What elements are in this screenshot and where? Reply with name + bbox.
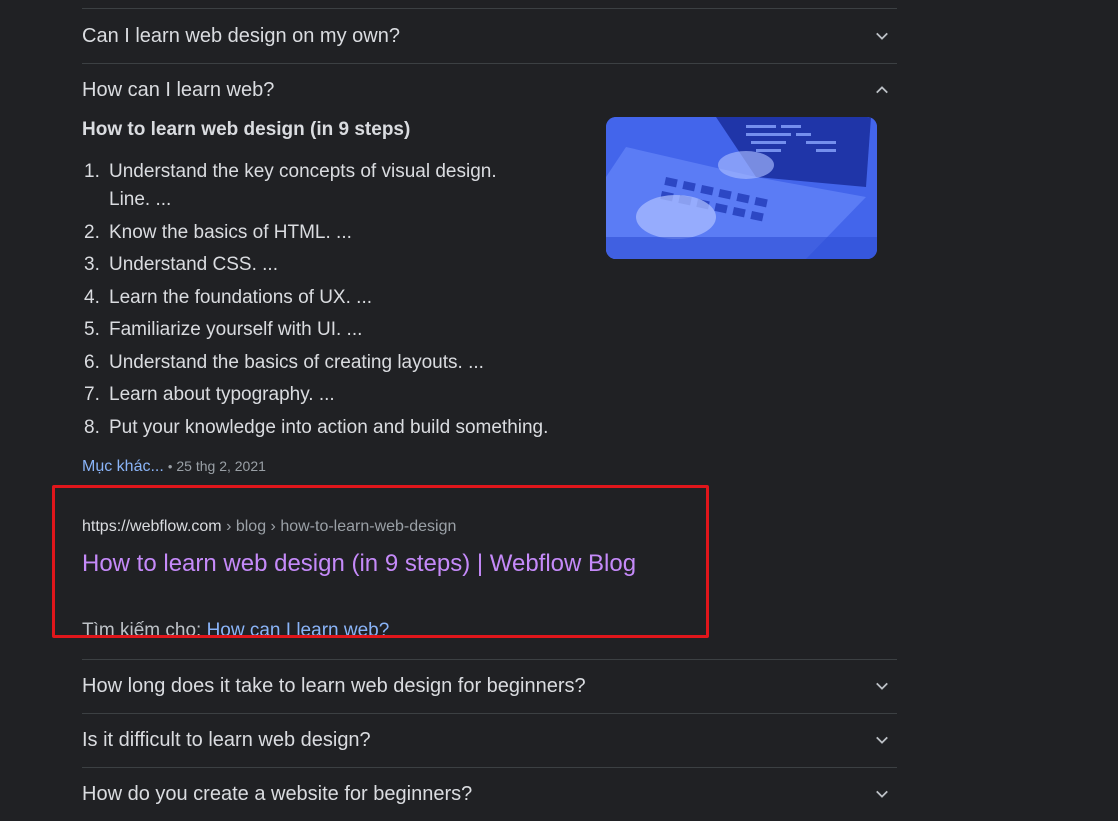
answer-title: How to learn web design (in 9 steps) — [82, 119, 411, 140]
list-item: 2. Know the basics of HTML. ... — [84, 221, 352, 243]
faq-question-text: Is it difficult to learn web design? — [82, 728, 371, 751]
faq-question-row[interactable]: How do you create a website for beginner… — [82, 767, 897, 821]
answer-thumbnail-image[interactable] — [606, 117, 877, 259]
faq-question-text: How can I learn web? — [82, 78, 275, 101]
faq-question-row[interactable]: How long does it take to learn web desig… — [82, 659, 897, 713]
laptop-illustration — [606, 117, 877, 259]
list-item: 4. Learn the foundations of UX. ... — [84, 286, 373, 308]
more-link[interactable]: Mục khác... — [82, 458, 164, 475]
answer-date: 25 thg 2, 2021 — [176, 458, 266, 474]
faq-question-text: How do you create a website for beginner… — [82, 782, 473, 805]
list-item: 6. Understand the basics of creating layo… — [84, 351, 484, 373]
chevron-down-icon[interactable] — [873, 731, 891, 749]
answer-meta: Mục khác... • 25 thg 2, 2021 — [82, 458, 266, 475]
chevron-down-icon[interactable] — [873, 677, 891, 695]
faq-question-text: How long does it take to learn web desig… — [82, 674, 586, 697]
list-item: 5. Familiarize yourself with UI. ... — [84, 319, 363, 340]
answer-steps-list: 1. Understand the key concepts of visual… — [82, 158, 582, 446]
faq-question-row[interactable]: Is it difficult to learn web design? — [82, 713, 897, 767]
faq-question-text: Can I learn web design on my own? — [82, 24, 400, 47]
list-item: 3. Understand CSS. ... — [84, 254, 278, 275]
chevron-up-icon[interactable] — [873, 81, 891, 99]
list-item: 8. Put your knowledge into action and bui… — [84, 416, 549, 438]
faq-question-row-expanded[interactable]: How can I learn web? — [82, 63, 897, 117]
chevron-down-icon[interactable] — [873, 785, 891, 803]
chevron-down-icon[interactable] — [873, 27, 891, 45]
faq-question-row[interactable]: Can I learn web design on my own? — [82, 9, 897, 63]
list-item: 1. Understand the key concepts of visual… — [84, 161, 497, 210]
highlight-box — [52, 485, 709, 638]
list-item: 7. Learn about typography. ... — [84, 384, 335, 405]
